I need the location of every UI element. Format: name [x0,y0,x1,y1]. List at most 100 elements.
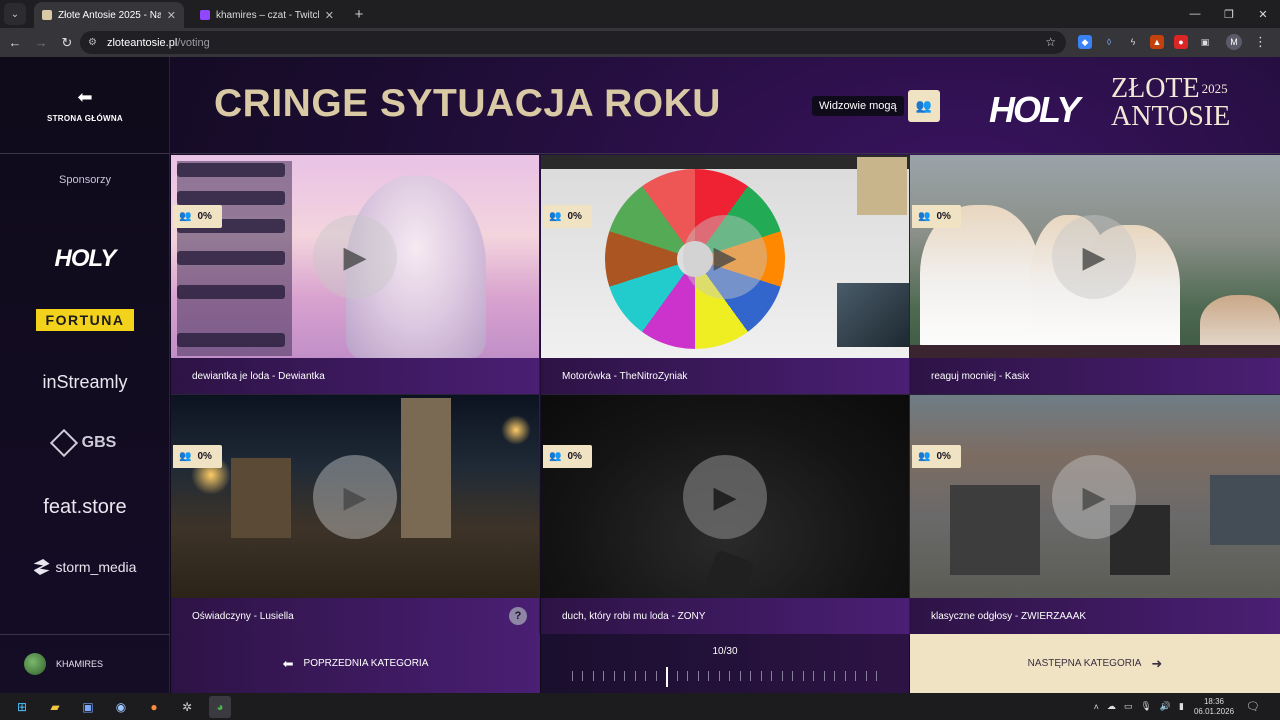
viewers-group-button[interactable]: 👥 [907,90,940,122]
progress-tick [719,671,720,681]
play-icon[interactable]: ▶ [1052,215,1136,299]
forward-icon[interactable]: → [30,32,52,54]
site-info-icon[interactable]: ⚙ [88,37,97,48]
arrow-right-icon: ➜ [1151,655,1163,671]
progress-ticks [572,667,878,687]
tray-network-icon[interactable]: ▭ [1124,701,1133,712]
close-tab-icon[interactable]: ✕ [167,9,176,22]
progress-tick [876,671,877,681]
tray-volume-icon[interactable]: 🔊 [1160,701,1171,712]
viewers-label: Widzowie mogą [812,96,904,116]
vote-percent-badge: 👥 0% [173,445,222,468]
extension-drop-icon[interactable]: ◊ [1102,35,1116,49]
back-icon[interactable]: ← [4,32,26,54]
tray-battery-icon[interactable]: ▮ [1179,701,1184,712]
vote-percent: 0% [936,211,951,222]
steam-icon[interactable]: ◉ [110,696,132,718]
progress-tick [687,671,688,681]
sponsor-featstore-text: feat.store [43,495,127,518]
file-explorer-icon[interactable]: ▰ [44,696,66,718]
bookmark-star-icon[interactable]: ☆ [1045,35,1056,49]
sponsor-featstore-logo[interactable]: feat.store [0,495,170,519]
nominee-card[interactable]: ▶ 👥 0% klasyczne odgłosy - ZWIERZAAAK [910,395,1280,635]
chrome-icon[interactable]: ◕ [209,695,231,718]
help-icon[interactable]: ? [509,607,527,625]
play-icon[interactable]: ▶ [313,455,397,539]
minimize-icon[interactable]: — [1178,0,1212,28]
extension-fox-icon[interactable]: ▲ [1150,35,1164,49]
people-icon: 👥 [179,451,192,462]
browser-menu-icon[interactable]: ⋮ [1254,34,1267,50]
nominee-card[interactable]: ▶ 👥 0% dewiantka je loda - Dewiantka [171,155,540,395]
address-bar[interactable]: ⚙ zloteantosie.pl/voting ☆ [80,31,1066,54]
vote-percent: 0% [567,451,582,462]
close-window-icon[interactable]: ✕ [1246,0,1280,28]
tab-zlote-antosie[interactable]: Złote Antosie 2025 - Największ ✕ [34,2,184,28]
firefox-icon[interactable]: ● [143,696,165,718]
user-profile[interactable]: KHAMIRES [0,634,170,693]
extensions-puzzle-icon[interactable]: ▣ [1198,35,1212,49]
progress-tick [572,671,573,681]
progress-tick [866,671,867,681]
nominee-card[interactable]: ▶ 👥 0% reaguj mocniej - Kasix [910,155,1280,395]
voting-page: ⬅ STRONA GŁÓWNA Sponsorzy HOLY FORTUNA i… [0,57,1280,693]
notifications-icon[interactable]: 🗨 [1246,700,1260,713]
progress-tick [698,671,699,681]
extension-shield-icon[interactable]: ● [1174,35,1188,49]
nominee-card[interactable]: ▶ 👥 0% Motorówka - TheNitroZyniak [541,155,910,395]
windows-taskbar: ⊞ ▰ ▣ ◉ ● ✲ ◕ ˄ ☁ ▭ 🎙 🔊 ▮ 18:36 06.01.20… [0,693,1280,720]
sidebar: ⬅ STRONA GŁÓWNA Sponsorzy HOLY FORTUNA i… [0,57,170,693]
tab-title: Złote Antosie 2025 - Największ [58,9,161,21]
nominee-thumbnail: ▶ [171,155,539,358]
next-category-button[interactable]: NASTĘPNA KATEGORIA ➜ [910,634,1280,693]
reload-icon[interactable]: ↻ [56,32,78,54]
sponsor-gbs-text: GBS [81,434,117,451]
tray-chevron-icon[interactable]: ˄ [1094,702,1099,712]
sponsor-instreamly-text: inStreamly [42,371,128,392]
previous-category-button[interactable]: ⬅ POPRZEDNIA KATEGORIA [171,634,540,693]
logo-line2: ANTOSIE [1111,101,1231,132]
app-gear-icon[interactable]: ✲ [176,696,198,718]
progress-tick [834,671,835,681]
start-windows-icon[interactable]: ⊞ [11,696,33,718]
profile-avatar[interactable]: M [1226,34,1242,50]
username: KHAMIRES [56,659,104,669]
app-monitor-icon[interactable]: ▣ [77,696,99,718]
sponsor-holy-logo[interactable]: HOLY [0,245,170,272]
extension-translate-icon[interactable]: ◆ [1078,35,1092,49]
play-icon[interactable]: ▶ [1052,455,1136,539]
system-tray: ˄ ☁ ▭ 🎙 🔊 ▮ 18:36 06.01.2026 🗨 [1086,693,1260,720]
sponsor-fortuna-text: FORTUNA [36,309,134,331]
close-tab-icon[interactable]: ✕ [325,9,334,22]
sponsor-gbs-logo[interactable]: GBS [0,428,170,458]
twitch-favicon-icon [200,10,210,20]
new-tab-button[interactable]: + [350,6,368,23]
nominee-thumbnail: ▶ [910,395,1280,598]
clock[interactable]: 18:36 06.01.2026 [1194,697,1234,717]
tray-cloud-icon[interactable]: ☁ [1107,701,1116,712]
restore-icon[interactable]: ❐ [1212,0,1246,28]
progress-tick [603,671,604,681]
play-icon[interactable]: ▶ [683,455,767,539]
progress-tick [855,671,856,681]
progress-tick [824,671,825,681]
play-icon[interactable]: ▶ [683,215,767,299]
nominee-title: Motorówka - TheNitroZyniak [541,358,909,394]
sponsor-stormmedia-logo[interactable]: storm_media [0,556,170,578]
home-link[interactable]: ⬅ STRONA GŁÓWNA [0,57,170,154]
sponsor-fortuna-logo[interactable]: FORTUNA [0,309,170,331]
category-counter: 10/30 [712,646,738,657]
nominee-title: dewiantka je loda - Dewiantka [171,358,539,394]
vote-percent-badge: 👥 0% [912,445,961,468]
people-icon: 👥 [918,451,931,462]
tab-search-button[interactable]: ⌄ [4,3,26,25]
extension-bolt-icon[interactable]: ϟ [1126,35,1140,49]
play-icon[interactable]: ▶ [313,215,397,299]
sponsor-instreamly-logo[interactable]: inStreamly [0,371,170,393]
tab-twitch[interactable]: khamires – czat - Twitch ✕ [192,2,342,28]
tray-mic-icon[interactable]: 🎙 [1140,701,1151,712]
nominee-card[interactable]: ▶ 👥 0% duch, który robi mu loda - ZONY [541,395,910,635]
site-favicon-icon [42,10,52,20]
nominee-card[interactable]: ▶ 👥 0% Oświadczyny - Lusiella ? [171,395,540,635]
vote-percent: 0% [197,211,212,222]
